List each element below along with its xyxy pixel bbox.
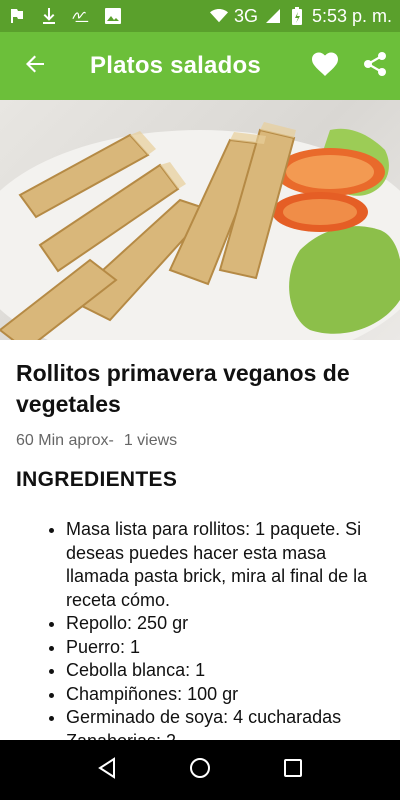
flag-icon bbox=[8, 7, 26, 25]
share-button[interactable] bbox=[350, 32, 400, 100]
image-icon bbox=[104, 7, 122, 25]
arrow-left-icon bbox=[24, 53, 46, 80]
download-icon bbox=[40, 7, 58, 25]
ingredient-item: Germinado de soya: 4 cucharadas bbox=[66, 706, 384, 730]
ingredient-item: Repollo: 250 gr bbox=[66, 612, 384, 636]
page-title: Platos salados bbox=[90, 52, 261, 79]
wifi-icon bbox=[209, 7, 228, 25]
ingredient-item: Puerro: 1 bbox=[66, 636, 384, 660]
signal-icon bbox=[264, 7, 282, 25]
ingredient-item: Zanahorias: 2 bbox=[66, 730, 384, 741]
back-triangle-icon bbox=[96, 756, 118, 784]
heart-icon bbox=[311, 51, 339, 82]
app-bar: Platos salados bbox=[0, 32, 400, 100]
system-nav-bar bbox=[0, 740, 400, 800]
status-system: 3G 5:53 p. m. bbox=[209, 5, 392, 27]
nav-recents-button[interactable] bbox=[268, 745, 318, 795]
recipe-title: Rollitos primavera veganos de vegetales bbox=[16, 360, 350, 417]
ingredient-item: Masa lista para rollitos: 1 paquete. Si … bbox=[66, 518, 384, 612]
ingredients-list: Masa lista para rollitos: 1 paquete. Si … bbox=[16, 518, 384, 740]
battery-icon bbox=[288, 7, 306, 25]
network-type: 3G bbox=[233, 5, 258, 26]
favorite-button[interactable] bbox=[300, 32, 350, 100]
home-circle-icon bbox=[189, 757, 211, 784]
recipe-content: Rollitos primavera veganos de vegetales … bbox=[0, 340, 400, 740]
recipe-meta: 60 Min aprox- 1 views bbox=[16, 432, 384, 450]
recipe-photo bbox=[0, 100, 400, 340]
recents-square-icon bbox=[283, 758, 303, 783]
signature-icon bbox=[72, 7, 90, 25]
nav-back-button[interactable] bbox=[82, 745, 132, 795]
recipe-views: 1 views bbox=[123, 432, 178, 449]
back-button[interactable] bbox=[0, 32, 70, 100]
nav-home-button[interactable] bbox=[175, 745, 225, 795]
recipe-time: 60 Min aprox- bbox=[16, 432, 114, 449]
status-bar: 3G 5:53 p. m. bbox=[0, 0, 400, 32]
ingredient-item: Champiñones: 100 gr bbox=[66, 683, 384, 707]
clock: 5:53 p. m. bbox=[311, 5, 392, 26]
status-notifications bbox=[8, 7, 122, 25]
ingredients-heading: INGREDIENTES bbox=[16, 468, 178, 491]
ingredient-item: Cebolla blanca: 1 bbox=[66, 659, 384, 683]
share-icon bbox=[362, 51, 388, 82]
